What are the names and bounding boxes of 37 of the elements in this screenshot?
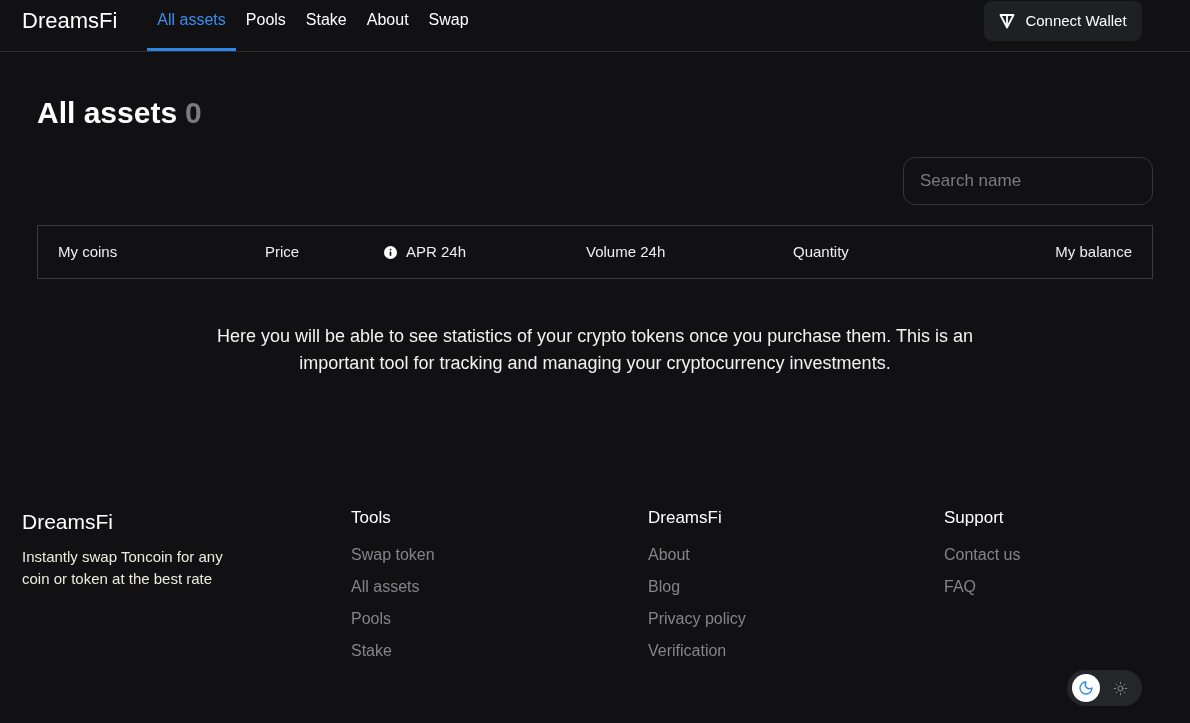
- empty-state-message: Here you will be able to see statistics of your crypto tokens once you purchase them. This is an important tool for tracking and managing your cryptocurrency investments.: [215, 325, 974, 375]
- footer-link[interactable]: Verification: [648, 639, 727, 663]
- nav-tab[interactable]: Swap: [418, 0, 479, 51]
- footer-heading: DreamsFi: [648, 508, 722, 528]
- column-header: Quantity: [793, 242, 849, 262]
- footer-link[interactable]: Pools: [351, 607, 392, 631]
- theme-option-button[interactable]: [1072, 674, 1100, 702]
- nav-tab[interactable]: About: [356, 0, 419, 51]
- column-header: Volume 24h: [586, 242, 666, 262]
- theme-toggle[interactable]: [1067, 670, 1142, 706]
- sun-icon: [1112, 680, 1128, 696]
- nav-tab[interactable]: Pools: [235, 0, 296, 51]
- footer-link[interactable]: Blog: [648, 575, 681, 599]
- moon-icon: [1078, 680, 1094, 696]
- nav-tab[interactable]: Stake: [295, 0, 357, 51]
- footer-tagline: Instantly swap Toncoin for any coin or token at the best rate: [22, 547, 224, 589]
- column-header: Price: [265, 242, 300, 262]
- page-title: All assets: [37, 95, 178, 131]
- footer-link[interactable]: Privacy policy: [648, 607, 746, 631]
- column-header: APR 24h: [406, 242, 467, 262]
- footer-link[interactable]: Stake: [351, 639, 392, 663]
- footer-link[interactable]: All assets: [351, 575, 420, 599]
- footer-heading: Support: [944, 508, 1004, 528]
- wallet-logo-icon: [999, 13, 1016, 29]
- footer-link[interactable]: FAQ: [944, 575, 976, 599]
- footer-link[interactable]: Contact us: [944, 543, 1021, 567]
- column-header: My coins: [58, 242, 118, 262]
- site-logo[interactable]: DreamsFi: [22, 7, 118, 44]
- asset-count: 0: [185, 95, 202, 131]
- column-header: My balance: [1055, 242, 1132, 262]
- nav-tab[interactable]: All assets: [147, 0, 236, 51]
- footer-link[interactable]: About: [648, 543, 690, 567]
- search-field[interactable]: Search name: [903, 157, 1153, 205]
- connect-wallet-button[interactable]: Connect Wallet: [984, 1, 1142, 41]
- footer-heading: Tools: [351, 508, 391, 528]
- footer-logo: DreamsFi: [22, 509, 113, 535]
- footer-link[interactable]: Swap token: [351, 543, 435, 567]
